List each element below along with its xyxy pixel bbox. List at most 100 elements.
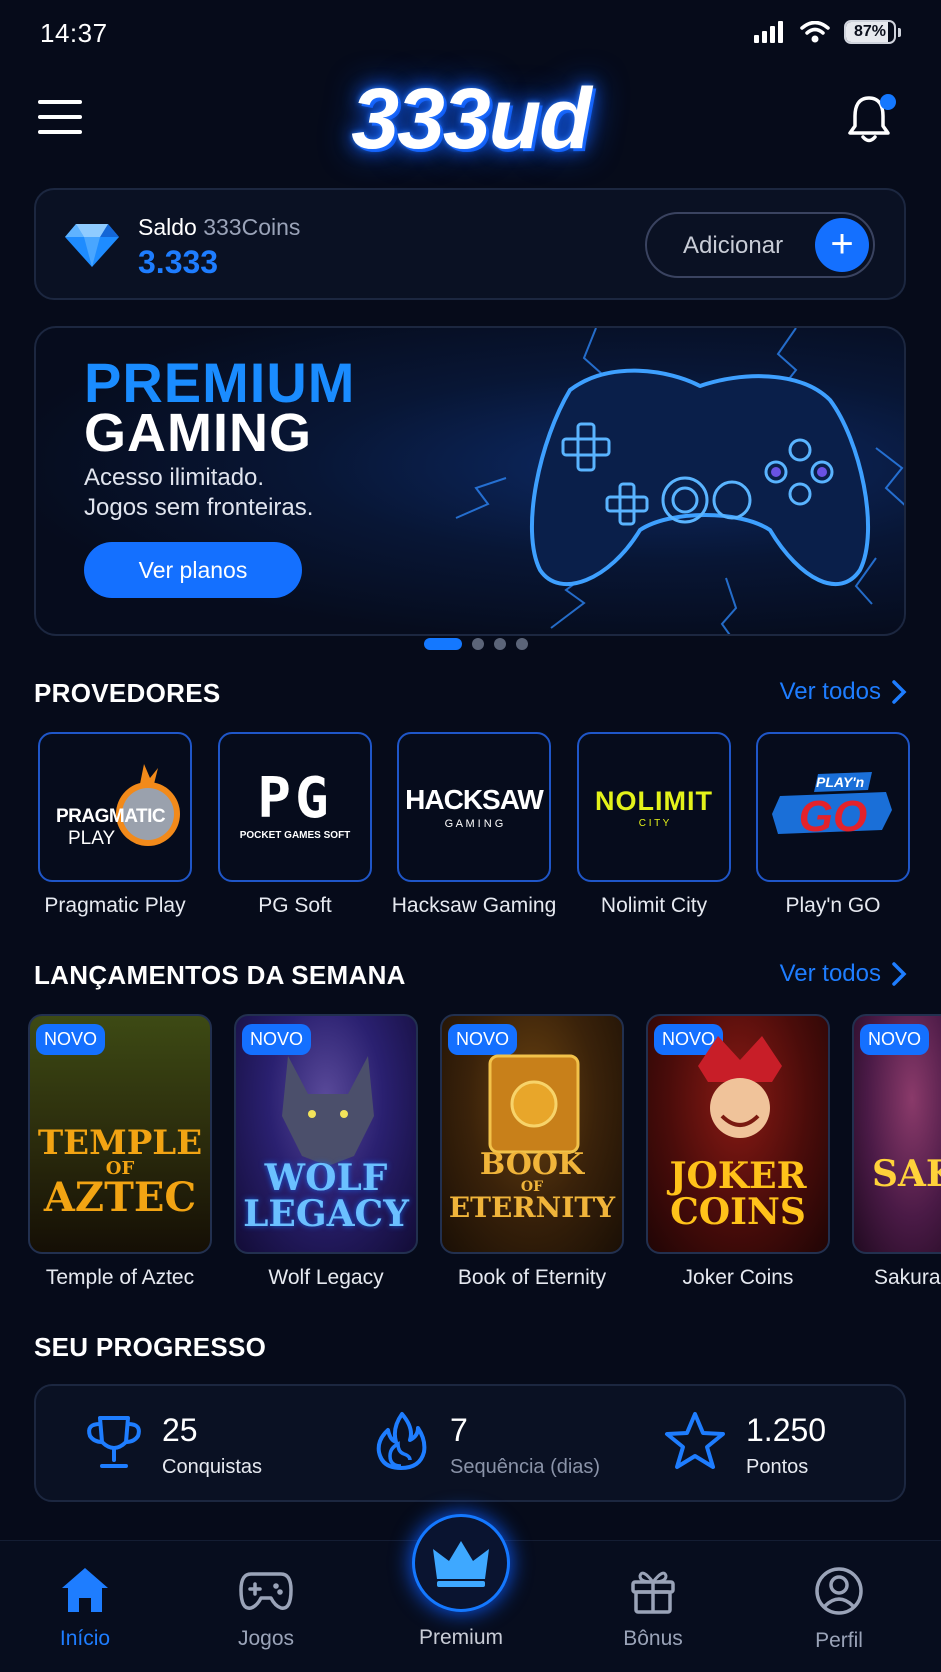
status-icons: 87% <box>754 20 901 44</box>
app-logo: 333ud <box>351 71 592 167</box>
nav-premium[interactable] <box>412 1514 510 1612</box>
pg-logo-subtext: POCKET GAMES SOFT <box>239 830 351 841</box>
provider-label: Play'n GO <box>785 894 881 917</box>
star-icon <box>665 1412 725 1469</box>
new-badge: NOVO <box>36 1024 106 1055</box>
game-label: Sakura <box>874 1266 941 1289</box>
streak-label: Sequência (dias) <box>450 1456 601 1478</box>
game-card-sakura[interactable]: NOVO SAK <box>852 1014 941 1254</box>
status-time: 14:37 <box>40 18 108 48</box>
streak-value: 7 <box>450 1412 468 1448</box>
provider-label: Nolimit City <box>600 894 708 917</box>
new-badge: NOVO <box>860 1024 930 1055</box>
plus-icon: + <box>815 218 869 272</box>
game-art-line: WOLF <box>264 1157 388 1199</box>
game-label: Joker Coins <box>682 1266 794 1289</box>
game-label: Wolf Legacy <box>268 1266 384 1289</box>
gamepad-icon <box>239 1572 293 1610</box>
game-label: Book of Eternity <box>457 1266 607 1289</box>
provider-card-playn-go[interactable]: PLAY'n GO <box>756 732 910 882</box>
game-art-line: BOOK <box>479 1147 585 1182</box>
game-art-line: ETERNITY <box>448 1191 616 1224</box>
chevron-right-icon <box>892 680 907 704</box>
banner-title-line2: GAMING <box>84 403 312 463</box>
nav-games[interactable]: Jogos <box>206 1566 326 1651</box>
carousel-dot[interactable] <box>493 638 506 650</box>
banner-subtitle-line1: Acesso ilimitado. <box>84 464 265 491</box>
game-art-line: COINS <box>670 1191 806 1233</box>
achievements-label: Conquistas <box>162 1456 263 1478</box>
diamond-icon <box>65 224 119 267</box>
home-icon <box>62 1568 108 1612</box>
game-art-title: SAK <box>854 1156 941 1192</box>
view-plans-button[interactable]: Ver planos <box>84 542 302 598</box>
points-value: 1.250 <box>746 1412 827 1448</box>
provider-card-hacksaw-gaming[interactable]: HACKSAW G A M I N G <box>397 732 551 882</box>
signal-icon <box>754 21 783 43</box>
nolimit-logo-text: NOLIMIT <box>595 786 713 816</box>
points-label: Pontos <box>746 1456 809 1478</box>
provider-label: Hacksaw Gaming <box>391 894 557 917</box>
provider-card-pg-soft[interactable]: PG POCKET GAMES SOFT <box>218 732 372 882</box>
gamepad-illustration <box>529 368 871 587</box>
nav-profile[interactable]: Perfil <box>779 1566 899 1653</box>
providers-title: PROVEDORES <box>34 678 221 708</box>
carousel-dot[interactable] <box>471 638 484 650</box>
battery-tip <box>898 27 901 37</box>
notification-dot <box>880 94 896 110</box>
balance-value: 3.333 <box>138 244 219 280</box>
battery-indicator: 87% <box>844 20 896 44</box>
achievements-value: 25 <box>162 1412 198 1448</box>
hacksaw-logo-subtext: G A M I N G <box>444 818 504 830</box>
providers-see-all[interactable]: Ver todos <box>780 678 907 706</box>
releases-title: LANÇAMENTOS DA SEMANA <box>34 960 406 990</box>
go-logo-text: GO <box>798 792 868 841</box>
game-art-title: WOLF LEGACY <box>236 1160 416 1232</box>
banner-subtitle-line2: Jogos sem fronteiras. <box>84 494 314 521</box>
game-card-joker-coins[interactable]: NOVO JOKER COINS <box>646 1014 830 1254</box>
balance-label-text: Saldo <box>138 214 197 240</box>
pragmatic-logo-text-top: PRAGMATIC <box>56 806 166 827</box>
pg-logo-text: PG <box>257 766 333 831</box>
progress-title: SEU PROGRESSO <box>34 1332 267 1362</box>
balance-label: Saldo 333Coins <box>138 214 300 241</box>
nav-home[interactable]: Início <box>25 1566 145 1651</box>
releases-see-all-label: Ver todos <box>779 960 881 987</box>
crown-icon <box>433 1541 489 1587</box>
game-card-wolf-legacy[interactable]: NOVO WOLF LEGACY <box>234 1014 418 1254</box>
game-art-title: TEMPLE OF AZTEC <box>30 1126 210 1218</box>
game-art-line: SAK <box>872 1153 941 1195</box>
flame-icon <box>376 1412 427 1470</box>
nav-bonus[interactable]: Bônus <box>593 1566 713 1651</box>
game-art-title: BOOK OF ETERNITY <box>442 1150 622 1222</box>
playn-logo-text: PLAY'n <box>816 774 865 790</box>
nav-profile-label: Perfil <box>815 1629 863 1652</box>
trophy-icon <box>87 1416 141 1468</box>
game-card-temple-of-aztec[interactable]: NOVO TEMPLE OF AZTEC <box>28 1014 212 1254</box>
nolimit-logo-subtext: C I T Y <box>638 818 670 829</box>
chevron-right-icon <box>892 962 907 986</box>
add-balance-button[interactable]: Adicionar + <box>645 212 875 278</box>
notifications-button[interactable] <box>846 92 896 148</box>
carousel-dot[interactable] <box>423 638 462 650</box>
carousel-dot[interactable] <box>515 638 528 650</box>
carousel-dots <box>0 638 941 650</box>
wifi-icon <box>800 21 830 43</box>
game-art-line: AZTEC <box>43 1174 197 1221</box>
game-art-line: TEMPLE <box>37 1123 203 1163</box>
providers-see-all-label: Ver todos <box>779 678 881 705</box>
game-card-book-of-eternity[interactable]: NOVO BOOK OF ETERNITY <box>440 1014 624 1254</box>
battery-percent: 87% <box>853 23 887 40</box>
provider-label: PG Soft <box>258 894 332 917</box>
nav-home-label: Início <box>59 1627 111 1650</box>
provider-label: Pragmatic Play <box>44 894 186 917</box>
releases-see-all[interactable]: Ver todos <box>780 960 907 988</box>
nav-games-label: Jogos <box>237 1627 295 1650</box>
game-art-line: LEGACY <box>243 1193 409 1235</box>
provider-card-pragmatic-play[interactable]: PRAGMATIC PLAY <box>38 732 192 882</box>
provider-card-nolimit-city[interactable]: NOLIMIT C I T Y <box>577 732 731 882</box>
game-label: Temple of Aztec <box>45 1266 195 1289</box>
add-balance-label: Adicionar <box>683 232 784 259</box>
user-icon <box>815 1567 863 1615</box>
nav-premium-label: Premium <box>418 1626 503 1649</box>
